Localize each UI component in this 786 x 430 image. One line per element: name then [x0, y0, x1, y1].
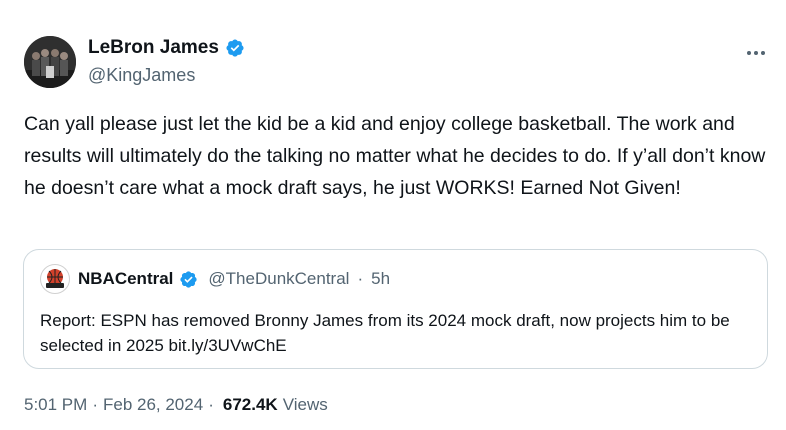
tweet-text: Can yall please just let the kid be a ki…: [24, 113, 771, 199]
meta-separator: ·: [92, 395, 98, 414]
tweet-date[interactable]: Feb 26, 2024: [103, 395, 203, 415]
tweet-meta: 5:01 PM · Feb 26, 2024 · 672.4K Views: [24, 395, 328, 415]
quoted-author-avatar[interactable]: [40, 264, 70, 294]
quoted-tweet-card[interactable]: NBACentral @TheDunkCentral · 5h Report: …: [23, 249, 768, 369]
author-info: LeBron James @KingJames: [88, 37, 245, 86]
tweet-time[interactable]: 5:01 PM: [24, 395, 87, 415]
more-horizontal-icon: [747, 51, 765, 55]
quoted-display-name[interactable]: NBACentral: [78, 269, 173, 289]
views-count[interactable]: 672.4K: [223, 395, 278, 415]
avatar-photo: [24, 36, 76, 88]
author-display-name[interactable]: LeBron James: [88, 37, 219, 59]
quoted-tweet-text: Report: ESPN has removed Bronny James fr…: [40, 311, 730, 355]
more-options-button[interactable]: [746, 40, 766, 61]
quoted-handle[interactable]: @TheDunkCentral: [208, 269, 349, 289]
author-name-row: LeBron James: [88, 37, 245, 59]
author-handle[interactable]: @KingJames: [88, 65, 245, 86]
meta-separator: ·: [208, 395, 214, 414]
verified-badge-icon[interactable]: [225, 38, 245, 58]
quoted-separator: ·: [357, 269, 364, 288]
author-avatar[interactable]: [24, 36, 76, 88]
views-label: Views: [282, 395, 328, 414]
quoted-timestamp[interactable]: 5h: [371, 269, 390, 289]
quoted-tweet-header: NBACentral @TheDunkCentral · 5h: [40, 264, 390, 294]
verified-badge-icon[interactable]: [179, 270, 198, 289]
basketball-logo-icon: [42, 266, 68, 292]
